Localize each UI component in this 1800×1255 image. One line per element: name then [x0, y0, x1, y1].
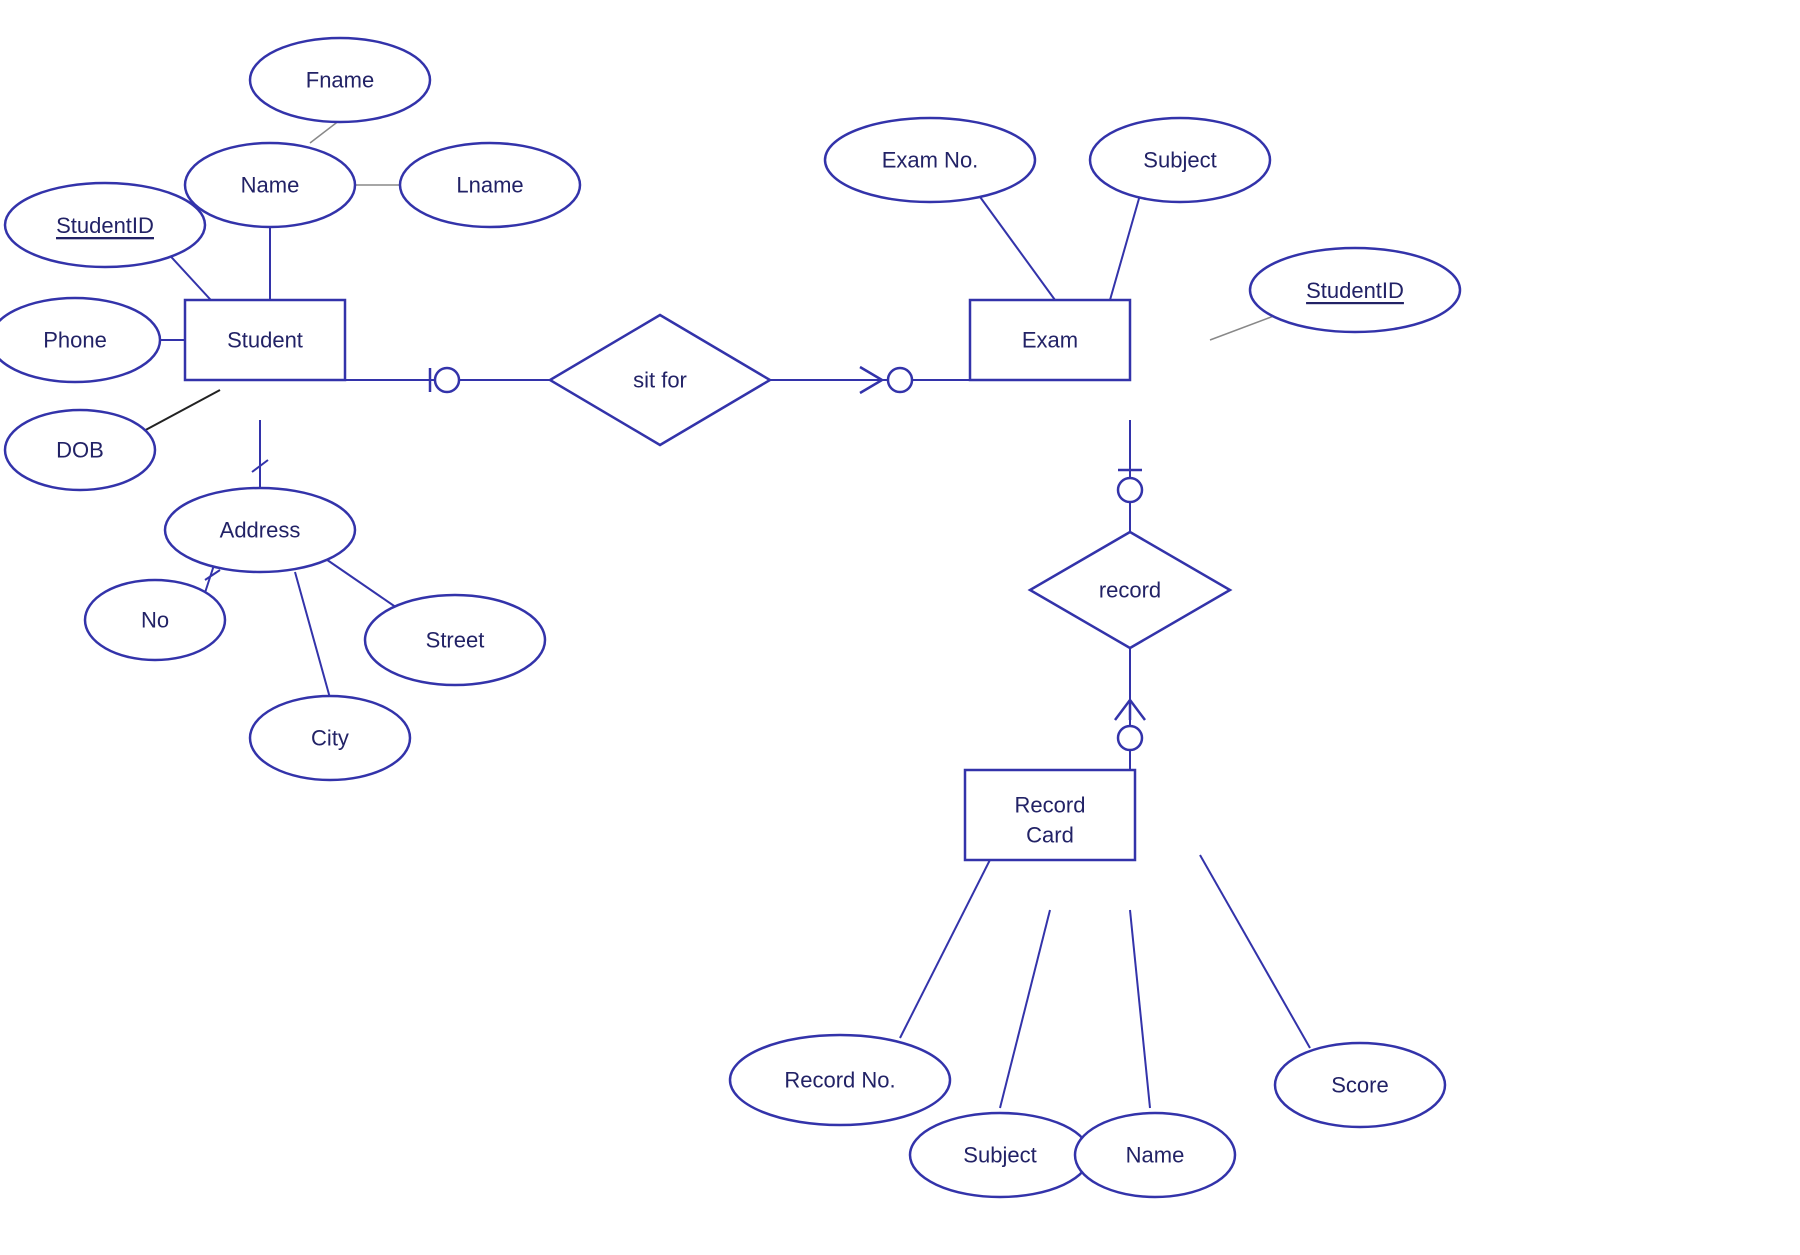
crow-right [1130, 700, 1145, 720]
crow-left [1115, 700, 1130, 720]
sit-for-label: sit for [633, 368, 687, 393]
exam-no-label: Exam No. [882, 148, 979, 173]
rc-recordno-line [900, 840, 1000, 1038]
dob-label: DOB [56, 438, 104, 463]
exam-label: Exam [1022, 328, 1078, 353]
street-address-line [320, 555, 400, 610]
rc-subject-line [1000, 910, 1050, 1108]
no-label: No [141, 608, 169, 633]
record-card-label-line1: Record [1015, 793, 1086, 818]
city-label: City [311, 726, 349, 751]
score-label: Score [1331, 1073, 1388, 1098]
record-rc-circle [1118, 726, 1142, 750]
name-label: Name [241, 173, 300, 198]
name-rc-label: Name [1126, 1143, 1185, 1168]
subject-rc-label: Subject [963, 1143, 1036, 1168]
student-id2-label: StudentID [1306, 278, 1404, 303]
student-one-circle [435, 368, 459, 392]
fname-label: Fname [306, 68, 374, 93]
student-label: Student [227, 328, 303, 353]
rc-score-line [1200, 855, 1310, 1048]
crow-top [860, 367, 882, 380]
street-label: Street [426, 628, 485, 653]
examno-exam-line [975, 190, 1055, 300]
record-card-label-line2: Card [1026, 823, 1074, 848]
er-diagram: Student Exam Record Card sit for record … [0, 0, 1800, 1250]
fname-name-line [310, 120, 340, 143]
crow-bottom [860, 380, 882, 393]
rc-name-line [1130, 910, 1150, 1108]
exam-record-circle [1118, 478, 1142, 502]
subject-exam-label: Subject [1143, 148, 1216, 173]
subject-exam-line [1110, 195, 1140, 300]
record-label: record [1099, 578, 1161, 603]
city-address-line [295, 572, 330, 698]
exam-circle [888, 368, 912, 392]
student-id-label: StudentID [56, 213, 154, 238]
phone-label: Phone [43, 328, 107, 353]
record-no-label: Record No. [784, 1068, 895, 1093]
dob-student-line [140, 390, 220, 433]
address-label: Address [220, 518, 301, 543]
lname-label: Lname [456, 173, 523, 198]
